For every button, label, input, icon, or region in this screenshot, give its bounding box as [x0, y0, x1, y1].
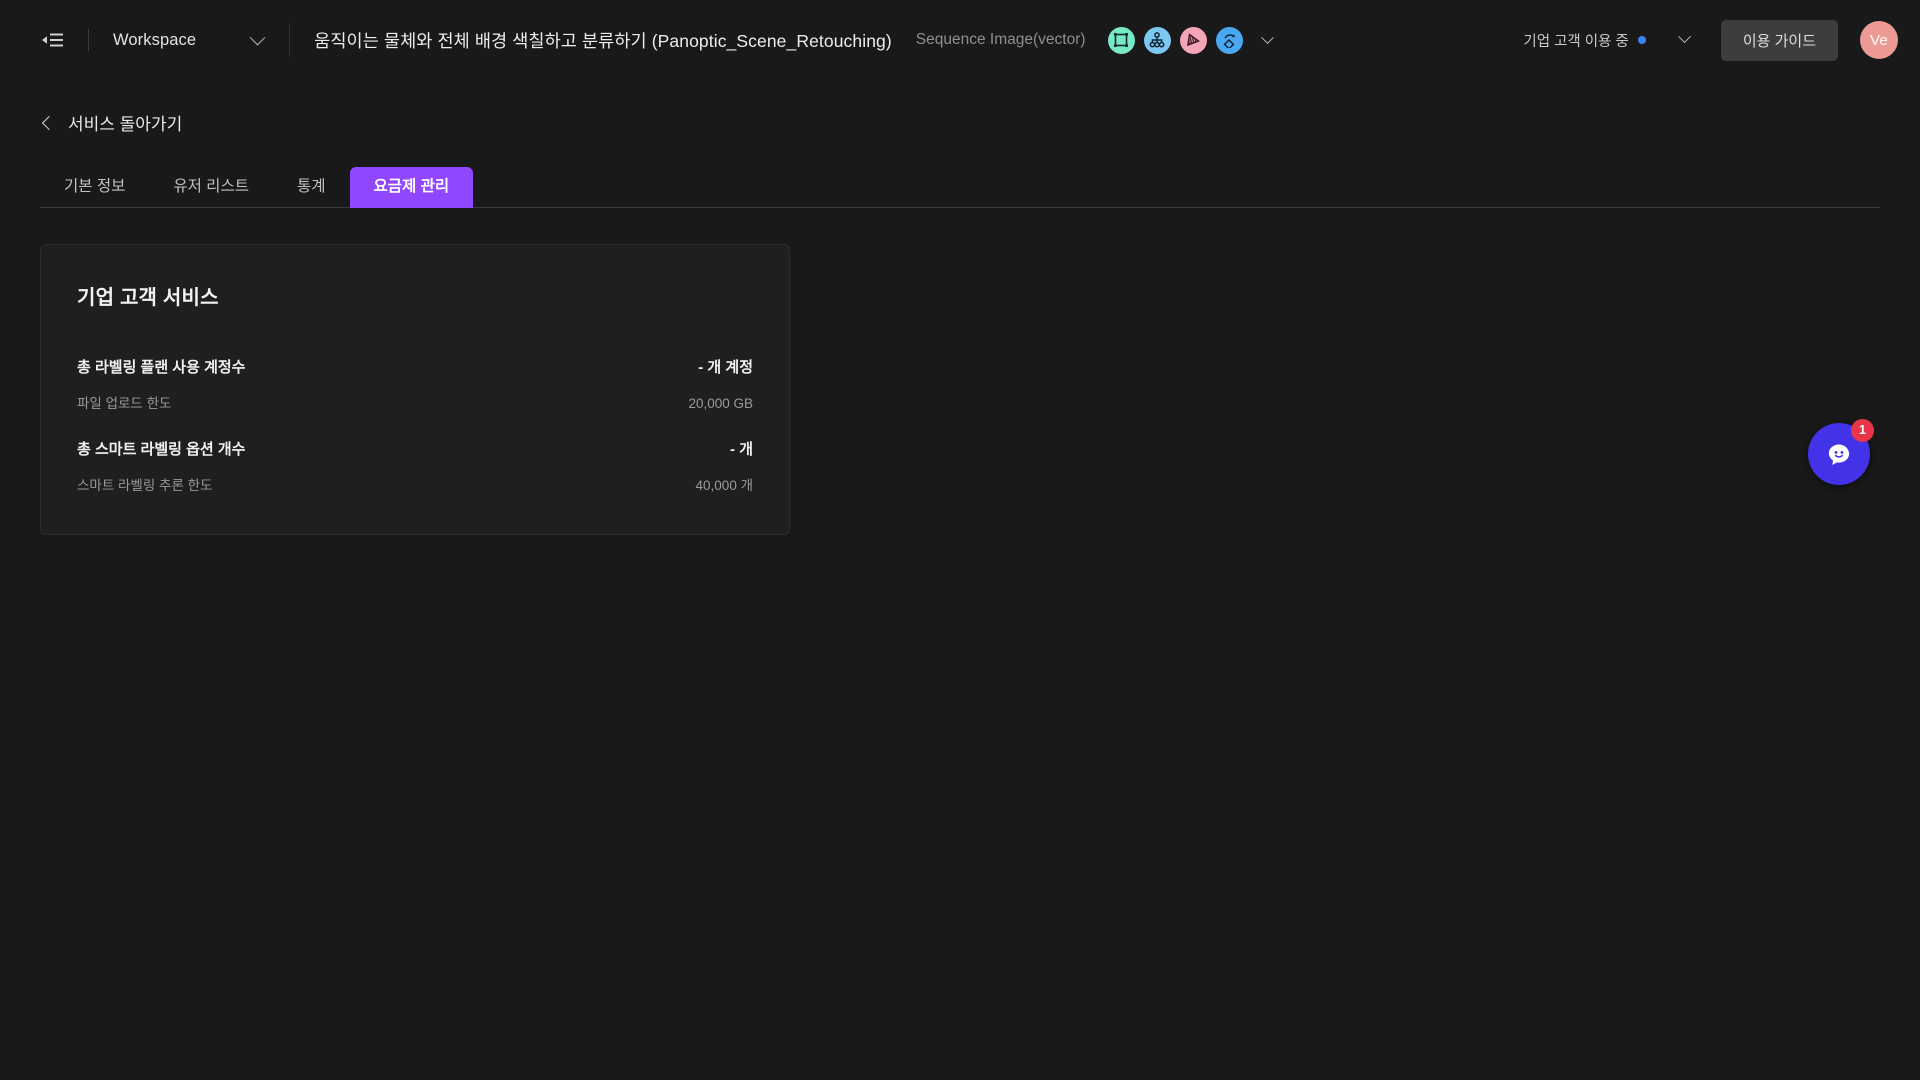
chevron-down-icon	[1677, 30, 1691, 44]
avatar[interactable]: Ve	[1860, 21, 1898, 59]
back-to-service-label: 서비스 돌아가기	[68, 115, 183, 134]
row-sub-value: 40,000 개	[695, 477, 753, 493]
project-title: 움직이는 물체와 전체 배경 색칠하고 분류하기 (Panoptic_Scene…	[314, 30, 892, 51]
enterprise-service-card: 기업 고객 서비스 총 라벨링 플랜 사용 계정수 - 개 계정 파일 업로드 …	[40, 243, 790, 535]
tab-user-list[interactable]: 유저 리스트	[149, 167, 273, 208]
plan-row-smart-labeling: 총 스마트 라벨링 옵션 개수 - 개 스마트 라벨링 추론 한도 40,000…	[77, 438, 753, 494]
tab-bar: 기본 정보 유저 리스트 통계 요금제 관리	[40, 167, 1880, 208]
workspace-selector[interactable]: Workspace	[107, 29, 266, 50]
chevron-left-icon	[41, 115, 57, 130]
plan-status[interactable]: 기업 고객 이용 중	[1523, 30, 1646, 51]
rotate-cuboid-icon[interactable]	[1215, 26, 1243, 54]
polygon-mesh-icon[interactable]	[1179, 26, 1207, 54]
collapse-sidebar-glyph	[42, 33, 63, 47]
tab-plan-management[interactable]: 요금제 관리	[349, 167, 474, 208]
chat-unread-badge: 1	[1851, 418, 1874, 442]
row-main: 총 스마트 라벨링 옵션 개수 - 개	[77, 438, 753, 459]
plan-rows: 총 라벨링 플랜 사용 계정수 - 개 계정 파일 업로드 한도 20,000 …	[77, 356, 753, 494]
project-type-label: Sequence Image(vector)	[915, 31, 1086, 48]
usage-guide-button[interactable]: 이용 가이드	[1720, 19, 1838, 61]
tab-basic-info[interactable]: 기본 정보	[40, 167, 149, 208]
bounding-box-glyph	[1114, 33, 1129, 47]
row-main-value: - 개 계정	[698, 358, 753, 376]
annotation-tool-icons	[1107, 26, 1243, 54]
chevron-down-icon	[1261, 30, 1274, 44]
row-main-label: 총 스마트 라벨링 옵션 개수	[77, 440, 246, 458]
workspace-label: Workspace	[113, 30, 197, 49]
chat-bubble-icon	[1828, 444, 1850, 465]
top-bar: Workspace 움직이는 물체와 전체 배경 색칠하고 분류하기 (Pano…	[0, 0, 1920, 80]
row-sub-label: 스마트 라벨링 추론 한도	[77, 477, 213, 493]
plan-status-label: 기업 고객 이용 중	[1523, 33, 1629, 50]
back-to-service-link[interactable]: 서비스 돌아가기	[41, 110, 183, 135]
tab-statistics[interactable]: 통계	[273, 167, 350, 208]
polygon-mesh-glyph	[1187, 33, 1200, 47]
toolbar-divider-1	[88, 29, 89, 51]
tabs-section: 기본 정보 유저 리스트 통계 요금제 관리	[40, 167, 1880, 208]
hierarchy-tree-glyph	[1149, 32, 1165, 48]
row-main: 총 라벨링 플랜 사용 계정수 - 개 계정	[77, 356, 753, 377]
status-dot-icon	[1637, 36, 1646, 44]
top-bar-right: 기업 고객 이용 중 이용 가이드 Ve	[1523, 19, 1898, 61]
toolbar-divider-2	[289, 23, 291, 57]
plan-status-chevron[interactable]	[1677, 30, 1691, 49]
row-sub: 파일 업로드 한도 20,000 GB	[77, 392, 753, 412]
main-content: 서비스 돌아가기 기본 정보 유저 리스트 통계 요금제 관리 기업 고객 서비…	[0, 80, 1920, 535]
row-sub-value: 20,000 GB	[688, 395, 753, 411]
row-sub: 스마트 라벨링 추론 한도 40,000 개	[77, 474, 753, 494]
plan-row-accounts: 총 라벨링 플랜 사용 계정수 - 개 계정 파일 업로드 한도 20,000 …	[77, 356, 753, 412]
chevron-down-icon	[249, 29, 266, 45]
chat-widget-button[interactable]: 1	[1808, 418, 1874, 485]
row-sub-label: 파일 업로드 한도	[77, 395, 172, 411]
bounding-box-icon[interactable]	[1107, 26, 1135, 54]
collapse-sidebar-icon[interactable]	[40, 27, 66, 53]
row-main-value: - 개	[730, 440, 753, 458]
tool-overflow-chevron-icon[interactable]	[1257, 29, 1279, 51]
hierarchy-tree-icon[interactable]	[1143, 26, 1171, 54]
card-title: 기업 고객 서비스	[77, 286, 219, 309]
rotate-cuboid-glyph	[1223, 34, 1235, 48]
row-main-label: 총 라벨링 플랜 사용 계정수	[77, 358, 246, 376]
